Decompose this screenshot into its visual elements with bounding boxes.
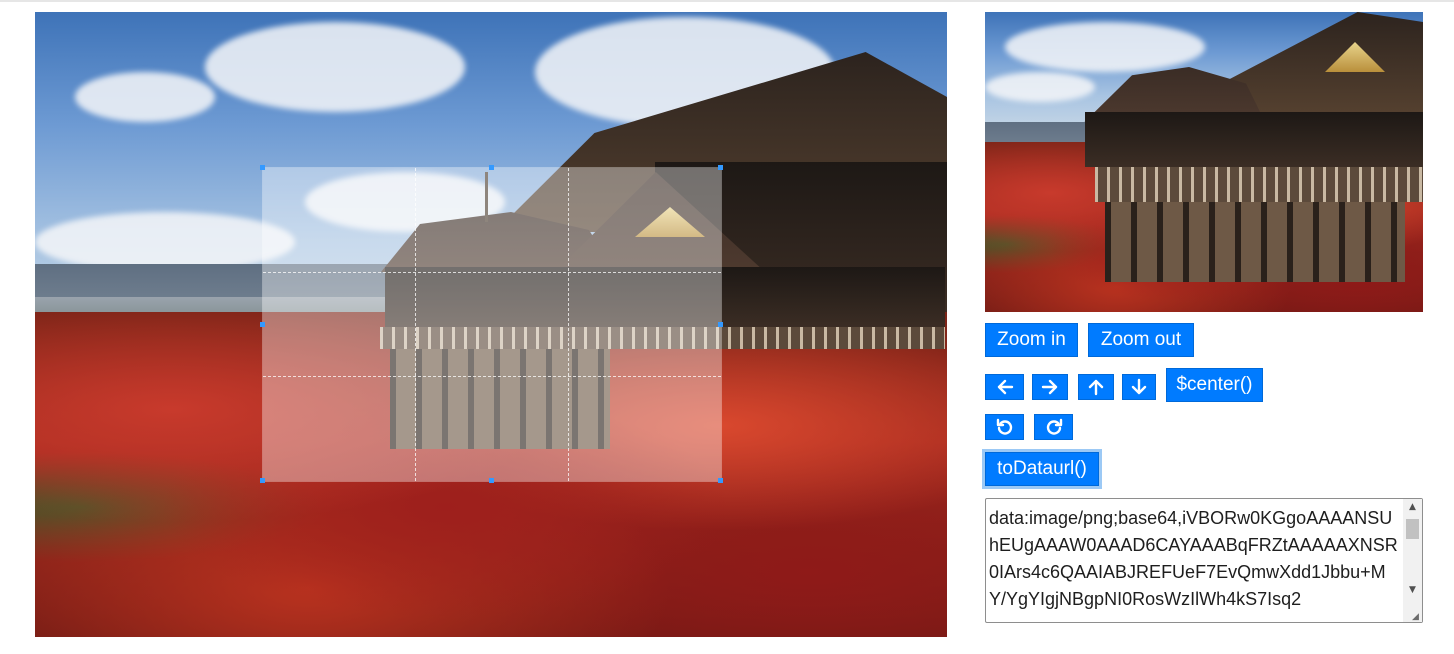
- crop-handle-nw[interactable]: [260, 165, 265, 170]
- crop-guide-line: [415, 168, 416, 481]
- crop-box[interactable]: [260, 165, 723, 483]
- arrow-down-icon: [1131, 378, 1147, 395]
- crop-handle-se[interactable]: [718, 478, 723, 483]
- arrow-left-icon: [997, 379, 1013, 395]
- cloud: [35, 212, 295, 272]
- zoom-in-button[interactable]: Zoom in: [985, 323, 1078, 357]
- center-button[interactable]: $center(): [1166, 368, 1263, 402]
- move-down-button[interactable]: [1122, 374, 1156, 400]
- crop-guide-line: [263, 376, 721, 377]
- resize-grip-icon[interactable]: ◢: [1412, 612, 1422, 622]
- dataurl-output-textarea[interactable]: [985, 498, 1423, 623]
- arrow-up-icon: [1088, 379, 1104, 396]
- rotate-ccw-icon: [996, 418, 1012, 435]
- cloud: [985, 72, 1095, 102]
- arrow-right-icon: [1041, 379, 1058, 395]
- to-dataurl-button[interactable]: toDataurl(): [985, 452, 1099, 486]
- preview-veranda: [1085, 112, 1423, 167]
- cloud: [75, 72, 215, 122]
- cloud: [205, 22, 465, 112]
- move-up-button[interactable]: [1078, 374, 1114, 400]
- preview-stilts: [1105, 202, 1405, 282]
- scroll-up-arrow-icon[interactable]: ▲: [1403, 499, 1422, 515]
- crop-handle-w[interactable]: [260, 322, 265, 327]
- crop-handle-sw[interactable]: [260, 478, 265, 483]
- crop-handle-ne[interactable]: [718, 165, 723, 170]
- scroll-thumb[interactable]: [1406, 519, 1419, 539]
- crop-handle-s[interactable]: [489, 478, 494, 483]
- crop-handle-e[interactable]: [718, 322, 723, 327]
- rotate-cw-icon: [1046, 418, 1062, 435]
- crop-guide-line: [263, 272, 721, 273]
- top-divider: [0, 0, 1454, 2]
- move-left-button[interactable]: [985, 374, 1024, 400]
- rotate-right-button[interactable]: [1034, 414, 1073, 440]
- rotate-left-button[interactable]: [985, 414, 1024, 440]
- cloud: [1005, 22, 1205, 72]
- zoom-out-button[interactable]: Zoom out: [1088, 323, 1194, 357]
- move-right-button[interactable]: [1032, 374, 1068, 400]
- textarea-scrollbar[interactable]: ▲ ▼: [1403, 499, 1422, 622]
- scroll-down-arrow-icon[interactable]: ▼: [1403, 582, 1422, 598]
- preview-railing: [1095, 167, 1423, 202]
- crop-preview: [985, 12, 1423, 312]
- crop-guide-line: [568, 168, 569, 481]
- crop-handle-n[interactable]: [489, 165, 494, 170]
